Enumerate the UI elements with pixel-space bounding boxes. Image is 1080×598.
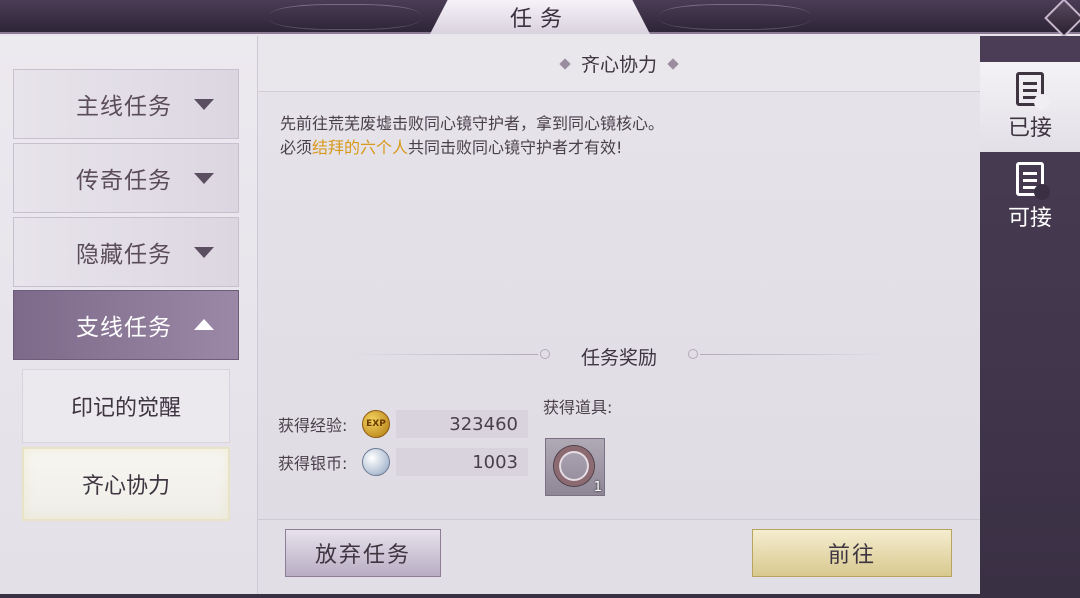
items-label: 获得道具: — [543, 398, 613, 417]
subquest-label: 印记的觉醒 — [70, 396, 181, 421]
category-main-quest[interactable]: 主线任务 — [13, 69, 239, 139]
exp-reward-row: 获得经验: EXP 323460 — [278, 410, 528, 438]
category-hidden-quest[interactable]: 隐藏任务 — [13, 217, 239, 287]
exp-coin-icon: EXP — [362, 410, 390, 438]
quest-description-line-1: 先前往荒芜废墟击败同心镜守护者，拿到同心镜核心。 — [280, 114, 665, 133]
quest-title-bar: 齐心协力 — [258, 36, 980, 92]
silver-coin-icon — [362, 448, 390, 476]
silver-reward-row: 获得银币: 1003 — [278, 448, 528, 476]
reward-item-slot[interactable]: 1 — [545, 438, 605, 496]
window-title: 任务 — [430, 0, 650, 34]
ring-icon — [554, 446, 594, 486]
subquest-item[interactable]: 印记的觉醒 — [22, 369, 230, 443]
quest-status-tabs: ✓ 已接 ! 可接 — [980, 36, 1080, 594]
quest-description-line-2: 必须结拜的六个人共同击败同心镜守护者才有效! — [280, 136, 960, 160]
silver-label: 获得银币: — [278, 454, 348, 473]
silver-value: 1003 — [396, 448, 528, 476]
exp-label: 获得经验: — [278, 416, 348, 435]
subquest-item-selected[interactable]: 齐心协力 — [22, 447, 230, 521]
category-legend-quest[interactable]: 传奇任务 — [13, 143, 239, 213]
reward-heading: 任务奖励 — [580, 346, 657, 369]
tab-label: 可接 — [1007, 206, 1052, 231]
bottom-frame — [0, 594, 1080, 598]
abandon-quest-button[interactable]: 放弃任务 — [285, 529, 441, 577]
category-label: 支线任务 — [76, 315, 172, 341]
category-side-quest[interactable]: 支线任务 — [13, 290, 239, 360]
action-bar: 放弃任务 前往 — [258, 519, 980, 594]
chevron-up-icon — [194, 319, 214, 330]
category-label: 传奇任务 — [76, 168, 172, 194]
category-label: 隐藏任务 — [76, 242, 172, 268]
title-ornament-left — [270, 4, 420, 30]
quest-title: 齐心协力 — [580, 54, 657, 76]
close-button[interactable] — [1044, 0, 1080, 38]
description-text: 共同击败同心镜守护者才有效! — [408, 138, 623, 157]
accepted-doc-icon: ✓ — [1016, 72, 1050, 110]
go-button[interactable]: 前往 — [752, 529, 952, 577]
chevron-down-icon — [194, 99, 214, 110]
chevron-down-icon — [194, 173, 214, 184]
tab-accepted[interactable]: ✓ 已接 — [980, 62, 1080, 152]
diamond-icon — [667, 57, 679, 70]
title-ornament-right — [660, 4, 810, 30]
description-text: 必须 — [280, 138, 313, 157]
tab-available[interactable]: ! 可接 — [980, 152, 1080, 242]
quest-detail-panel: 齐心协力 先前往荒芜废墟击败同心镜守护者，拿到同心镜核心。 必须结拜的六个人共同… — [258, 36, 980, 519]
quest-description: 先前往荒芜废墟击败同心镜守护者，拿到同心镜核心。 必须结拜的六个人共同击败同心镜… — [280, 112, 960, 160]
tab-label: 已接 — [1007, 116, 1052, 141]
chevron-down-icon — [194, 247, 214, 258]
quest-window: 任务 主线任务 传奇任务 隐藏任务 支线任务 印记的觉醒 齐心协力 齐心协力 先… — [0, 0, 1080, 598]
available-doc-icon: ! — [1016, 162, 1050, 200]
quest-category-sidebar: 主线任务 传奇任务 隐藏任务 支线任务 印记的觉醒 齐心协力 — [0, 36, 258, 594]
subquest-label: 齐心协力 — [81, 474, 170, 499]
diamond-icon — [559, 57, 571, 70]
item-count: 1 — [593, 480, 602, 495]
title-bar: 任务 — [0, 0, 1080, 38]
exp-value: 323460 — [396, 410, 528, 438]
description-highlight: 结拜的六个人 — [312, 138, 409, 157]
category-label: 主线任务 — [76, 94, 172, 120]
